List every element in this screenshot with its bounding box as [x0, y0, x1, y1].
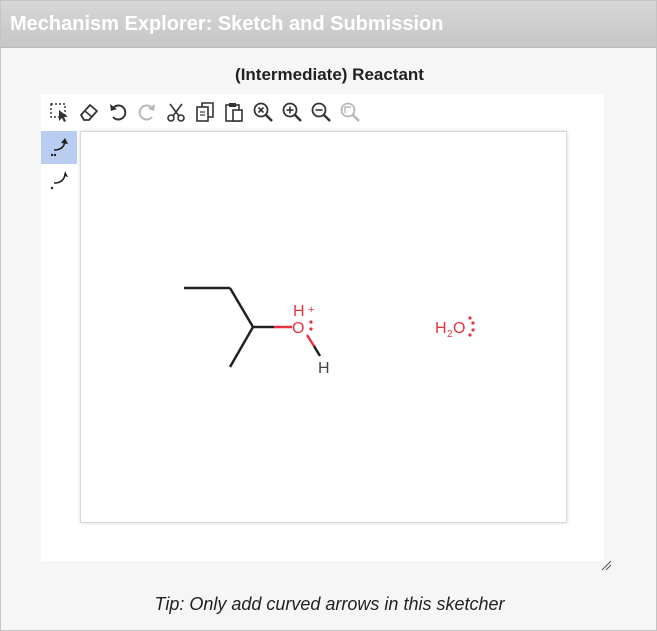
- cut-button[interactable]: [161, 96, 190, 128]
- bond: [312, 345, 322, 357]
- undo-icon: [109, 104, 126, 121]
- water-oxygen: O: [453, 320, 465, 337]
- zoom-out-button[interactable]: [306, 96, 335, 128]
- select-tool-button[interactable]: [45, 96, 74, 128]
- zoom-in-icon: [282, 102, 302, 122]
- erase-tool-button[interactable]: [74, 96, 103, 128]
- zoom-in-button[interactable]: [277, 96, 306, 128]
- paste-icon: [224, 103, 243, 122]
- redo-icon: [138, 104, 155, 121]
- bond: [228, 326, 255, 368]
- scissors-icon: [166, 103, 185, 122]
- oxonium-hydrogen-bottom: H: [318, 360, 330, 377]
- oxonium-hydrogen-top: H: [293, 303, 305, 320]
- oxonium-oxygen: O: [292, 320, 304, 337]
- window-title: Mechanism Explorer: Sketch and Submissio…: [10, 13, 444, 35]
- undo-button[interactable]: [103, 96, 132, 128]
- bond: [305, 334, 316, 347]
- bond: [228, 287, 255, 328]
- electron-pair-arrow-tool[interactable]: [41, 131, 77, 164]
- mechanism-explorer-window: Mechanism Explorer: Sketch and Submissio…: [0, 0, 657, 631]
- single-headed-curved-arrow-icon: [50, 170, 68, 189]
- redo-button[interactable]: [132, 96, 161, 128]
- lone-pair-dot: [468, 316, 472, 320]
- copy-icon: [195, 102, 214, 122]
- title-bar: Mechanism Explorer: Sketch and Submissio…: [1, 1, 656, 48]
- water-hydrogen: H: [435, 320, 447, 337]
- zoom-reset-button[interactable]: [248, 96, 277, 128]
- dashed-select-icon: [49, 103, 68, 122]
- lone-pair-dot: [309, 320, 313, 324]
- sketcher-heading: (Intermediate) Reactant: [235, 65, 424, 84]
- arrow-tool-palette: [41, 131, 77, 197]
- sketcher-tip: Tip: Only add curved arrows in this sket…: [154, 594, 505, 614]
- sketcher-toolbar: [45, 96, 364, 128]
- resize-grip-icon[interactable]: [600, 559, 612, 571]
- single-electron-arrow-tool[interactable]: [41, 164, 77, 197]
- zoom-fit-button[interactable]: [335, 96, 364, 128]
- drawing-canvas[interactable]: H + O H H 2 O: [80, 131, 567, 523]
- double-headed-curved-arrow-icon: [50, 137, 68, 156]
- zoom-reset-icon: [253, 102, 273, 122]
- zoom-fit-icon: [340, 102, 360, 122]
- lone-pair-dot: [471, 321, 475, 325]
- lone-pair-dot: [468, 333, 472, 337]
- copy-button[interactable]: [190, 96, 219, 128]
- positive-charge: +: [308, 304, 314, 316]
- eraser-icon: [79, 104, 98, 121]
- lone-pair-dot: [471, 328, 475, 332]
- molecule-drawing: H + O H H 2 O: [184, 286, 475, 377]
- zoom-out-icon: [311, 102, 331, 122]
- lone-pair-dot: [309, 327, 313, 331]
- sketcher-panel: H + O H H 2 O: [41, 94, 604, 561]
- paste-button[interactable]: [219, 96, 248, 128]
